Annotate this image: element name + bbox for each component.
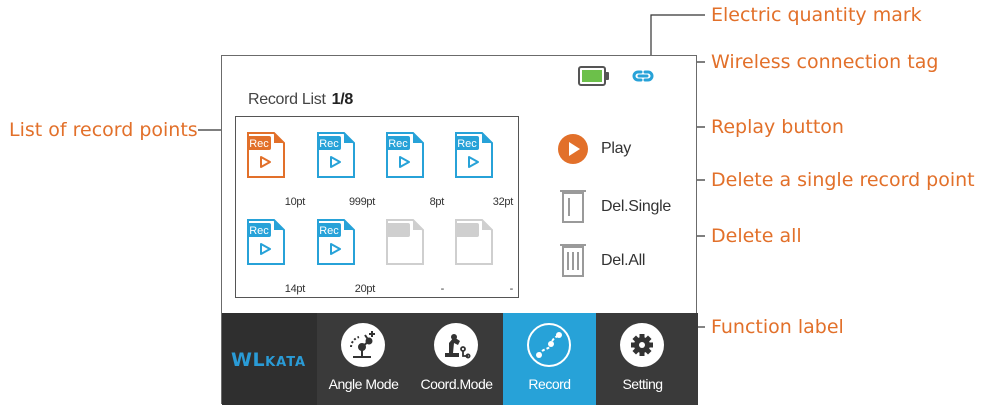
record-file-icon: Rec (247, 219, 285, 265)
annotation-battery: Electric quantity mark (711, 4, 922, 26)
delete-single-label: Del.Single (601, 198, 671, 215)
record-item-empty[interactable]: - (453, 217, 513, 297)
record-item[interactable]: Rec 20pt (315, 217, 375, 297)
empty-file-icon (455, 219, 493, 265)
record-point-count: 32pt (492, 196, 514, 208)
record-point-count: 10pt (284, 196, 306, 208)
record-list-page-indicator: 1/8 (331, 91, 354, 108)
empty-file-icon (386, 219, 424, 265)
tab-setting[interactable]: Setting (596, 313, 689, 405)
annotation-delete-single: Delete a single record point (711, 169, 975, 191)
record-item[interactable]: Rec 14pt (245, 217, 305, 297)
play-label: Play (601, 140, 631, 157)
record-list-grid: Rec 10pt Rec 999pt Rec 8pt Rec 32pt Rec … (235, 116, 519, 298)
logo-main: WL (231, 349, 266, 371)
record-tag: Rec (319, 138, 339, 150)
function-tabbar: WLKATA Angle Mode Coord.Mode Record Sett… (222, 313, 698, 405)
record-item[interactable]: Rec 8pt (384, 130, 444, 210)
play-button[interactable]: Play (556, 132, 676, 166)
record-file-icon: Rec (455, 132, 493, 178)
record-point-count: 8pt (429, 196, 445, 208)
record-tag: Rec (249, 138, 269, 150)
gear-icon (620, 323, 664, 367)
annotation-record-list: List of record points (9, 119, 198, 141)
record-list-header: Record List 1/8 (248, 91, 353, 109)
record-item[interactable]: Rec 999pt (315, 130, 375, 210)
record-tag: Rec (319, 225, 339, 237)
delete-all-label: Del.All (601, 252, 646, 269)
tab-record[interactable]: Record (503, 313, 596, 405)
tab-setting-label: Setting (622, 376, 663, 392)
device-screen: Record List 1/8 Rec 10pt Rec 999pt Rec 8… (221, 55, 698, 405)
annotation-function-label: Function label (711, 316, 844, 338)
record-item[interactable]: Rec 10pt (245, 130, 305, 210)
annotation-wireless: Wireless connection tag (711, 51, 939, 73)
record-point-count: 14pt (284, 283, 306, 295)
tab-angle-mode-label: Angle Mode (328, 376, 399, 392)
record-file-icon: Rec (247, 132, 285, 178)
delete-single-button[interactable]: Del.Single (556, 187, 686, 223)
record-item-empty[interactable]: - (384, 217, 444, 297)
wireless-link-icon (632, 70, 654, 82)
record-file-icon: Rec (317, 132, 355, 178)
tab-coord-mode[interactable]: Coord.Mode (410, 313, 503, 405)
tab-record-label: Record (528, 376, 571, 392)
delete-all-button[interactable]: Del.All (556, 241, 676, 277)
record-point-count: 20pt (354, 283, 376, 295)
tab-angle-mode[interactable]: Angle Mode (317, 313, 410, 405)
record-list-title: Record List (248, 91, 326, 108)
record-file-icon: Rec (317, 219, 355, 265)
record-item[interactable]: Rec 32pt (453, 130, 513, 210)
battery-icon (578, 66, 609, 86)
tab-coord-mode-label: Coord.Mode (420, 376, 493, 392)
record-path-icon (527, 323, 571, 367)
record-tag: Rec (457, 138, 477, 150)
robot-arm-angle-icon (341, 323, 385, 367)
record-point-count: - (440, 283, 445, 295)
record-file-icon: Rec (386, 132, 424, 178)
record-tag: Rec (388, 138, 408, 150)
play-icon (558, 134, 588, 164)
robot-arm-coord-icon (434, 323, 478, 367)
record-tag: Rec (249, 225, 269, 237)
annotation-delete-all: Delete all (711, 225, 802, 247)
wlkata-logo: WLKATA (222, 313, 317, 405)
trash-single-icon (560, 190, 586, 223)
record-point-count: 999pt (348, 196, 375, 208)
record-point-count: - (509, 283, 514, 295)
annotation-replay: Replay button (711, 116, 844, 138)
trash-all-icon (560, 244, 586, 277)
logo-small: KATA (265, 355, 307, 370)
